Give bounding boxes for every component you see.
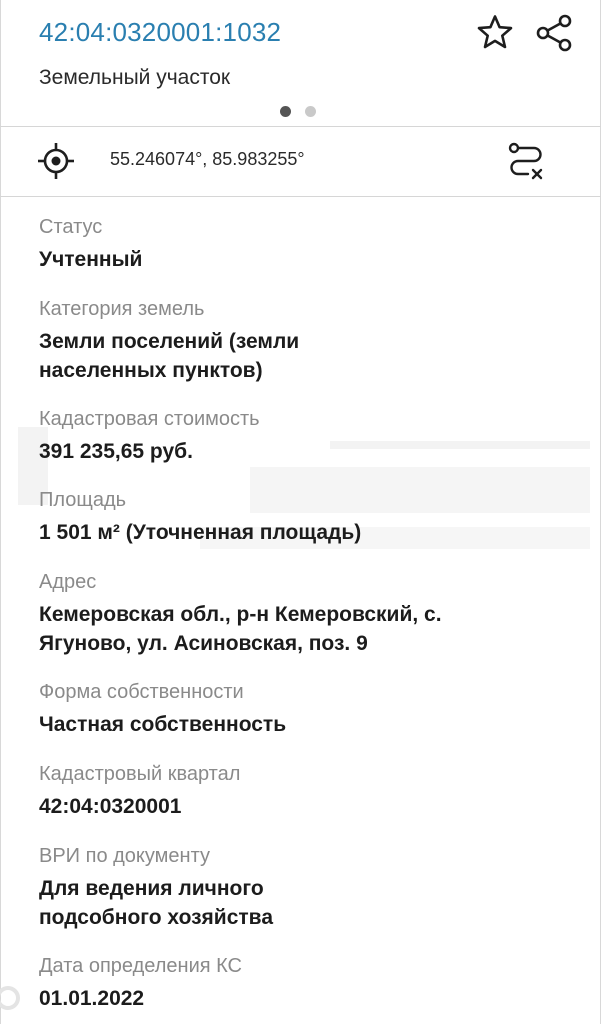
field-label: Кадастровый квартал: [39, 763, 241, 785]
field-cadastral-block: Кадастровый квартал 42:04:0320001: [39, 761, 579, 821]
field-status: Статус Учтенный: [39, 214, 579, 274]
field-value-line: населенных пунктов): [39, 359, 263, 382]
image-pager: [280, 106, 316, 118]
field-value: 391 235,65 руб.: [39, 440, 193, 463]
coordinates-bar: 55.246074°, 85.983255°: [0, 127, 601, 195]
corner-logo-fragment: [0, 984, 30, 1024]
field-address: Адрес Кемеровская обл., р-н Кемеровский,…: [39, 569, 579, 658]
crosshair-icon: [38, 143, 74, 179]
cadastral-number[interactable]: 42:04:0320001:1032: [39, 17, 281, 48]
route-clear-icon: [508, 142, 543, 180]
pager-dot-active[interactable]: [280, 106, 291, 117]
field-value-line: Для ведения личного: [39, 877, 264, 900]
field-label: Форма собственности: [39, 681, 244, 703]
field-valuation-date: Дата определения КС 01.01.2022: [39, 953, 579, 1013]
favorite-button[interactable]: [474, 12, 516, 54]
star-icon: [477, 15, 513, 49]
field-ownership-form: Форма собственности Частная собственност…: [39, 679, 579, 739]
field-value: Кемеровская обл., р-н Кемеровский, с. Яг…: [39, 600, 579, 658]
field-label: Кадастровая стоимость: [39, 408, 260, 430]
coordinates-text[interactable]: 55.246074°, 85.983255°: [110, 149, 305, 170]
field-value-line: Земли поселений (земли: [39, 330, 300, 353]
field-label: Статус: [39, 216, 103, 238]
field-value[interactable]: 42:04:0320001: [39, 792, 579, 821]
divider: [0, 196, 601, 197]
locate-button[interactable]: [36, 141, 76, 181]
field-value: Для ведения личного подсобного хозяйства: [39, 874, 579, 932]
field-permitted-use: ВРИ по документу Для ведения личного под…: [39, 843, 579, 932]
field-value-line: подсобного хозяйства: [39, 906, 273, 929]
field-label: Категория земель: [39, 298, 205, 320]
field-label: ВРИ по документу: [39, 845, 210, 867]
field-value-line: Ягуново, ул. Асиновская, поз. 9: [39, 632, 368, 655]
field-value: Земли поселений (земли населенных пункто…: [39, 327, 579, 385]
pager-dot[interactable]: [305, 106, 316, 117]
field-value: Учтенный: [39, 248, 143, 271]
field-label: Дата определения КС: [39, 955, 242, 977]
share-icon: [536, 14, 572, 52]
route-button[interactable]: [504, 139, 548, 183]
field-label: Площадь: [39, 489, 127, 511]
field-area: Площадь 1 501 м² (Уточненная площадь): [39, 487, 579, 547]
field-value-line: Кемеровская обл., р-н Кемеровский, с.: [39, 603, 442, 626]
object-header: 42:04:0320001:1032 Земельный участок: [0, 0, 601, 126]
field-value: 1 501 м² (Уточненная площадь): [39, 521, 362, 544]
field-value: 01.01.2022: [39, 987, 145, 1010]
object-type: Земельный участок: [39, 66, 231, 89]
field-value: Частная собственность: [39, 713, 287, 736]
share-button[interactable]: [534, 12, 576, 54]
field-label: Адрес: [39, 571, 97, 593]
field-cadastral-value: Кадастровая стоимость 391 235,65 руб.: [39, 406, 579, 466]
field-land-category: Категория земель Земли поселений (земли …: [39, 296, 579, 385]
